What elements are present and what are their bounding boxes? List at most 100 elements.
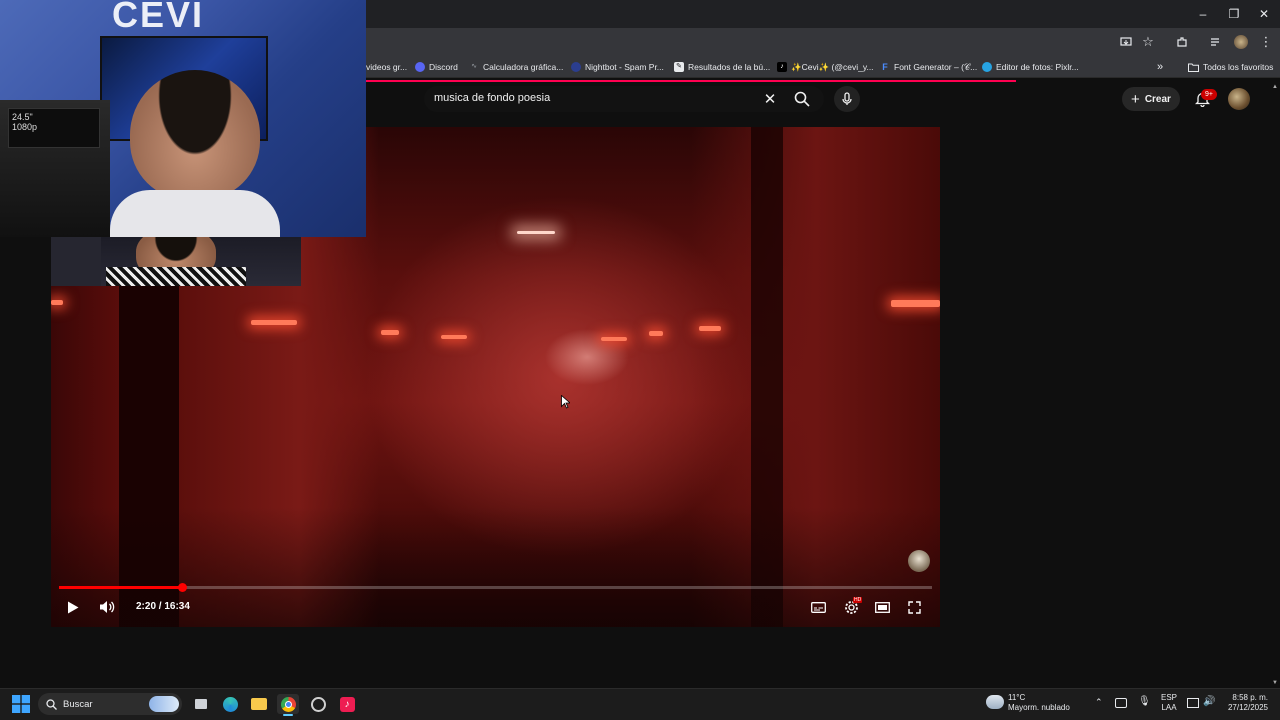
bookmark-item[interactable]: F Font Generator – (𝒞... [880,59,977,75]
all-favorites-folder[interactable]: Todos los favoritos [1188,59,1273,75]
bookmark-item[interactable]: ∿ Calculadora gráfica... [469,59,563,75]
clock-date: 27/12/2025 [1227,703,1268,712]
volume-icon [100,601,115,613]
chrome-menu-icon[interactable]: ⋮ [1255,31,1277,53]
edge-app[interactable] [219,694,241,714]
bookmark-item[interactable]: ♪ ✨Cevi✨ (@cevi_y... [777,59,874,75]
bookmark-label: Font Generator – (𝒞... [894,61,978,72]
font-f-icon: F [882,62,888,72]
profile-icon[interactable] [1230,31,1252,53]
monitor-box: 24.5" 1080p [8,108,100,148]
restore-button[interactable]: ❐ [1218,0,1250,28]
bookmark-item[interactable]: Editor de fotos: Pixlr... [982,59,1079,75]
wall-lamp [381,330,399,335]
install-app-icon[interactable] [1115,31,1137,53]
streamer-face [130,70,260,200]
bookmark-label: Calculadora gráfica... [483,62,564,72]
page-scrollbar[interactable]: ▲ ▼ [1270,82,1280,688]
page-loading-bar [366,80,1016,82]
tray-app-icon[interactable] [1115,698,1127,708]
speaker-icon[interactable]: 🔊 [1203,696,1215,707]
tiktok-app[interactable]: ♪ [336,694,358,714]
fullscreen-button[interactable] [904,597,924,617]
patterned-shirt [106,267,246,286]
subtitles-button[interactable] [808,597,828,617]
progress-bar-fill [59,586,182,589]
create-button[interactable]: + Crear [1122,87,1180,111]
desmos-icon: ∿ [471,63,477,70]
bookmark-item[interactable]: Nightbot - Spam Pr... [571,59,664,75]
weather-widget[interactable]: 11°C Mayorm. nublado [1008,693,1070,713]
subtitles-icon [810,601,826,613]
search-icon [794,91,810,107]
keyboard-layout: LAA [1161,703,1177,712]
bookmark-item[interactable]: videos gr... [366,59,407,75]
close-window-button[interactable]: ✕ [1248,0,1280,28]
minimize-button[interactable]: – [1187,0,1219,28]
clear-search-button[interactable]: ✕ [760,89,780,109]
folder-icon [1188,63,1199,72]
channel-watermark[interactable] [908,550,930,572]
progress-scrubber[interactable] [177,583,187,592]
taskbar-search[interactable]: Buscar [38,693,182,715]
monitor-box-text: 1080p [12,122,38,132]
play-button[interactable] [63,597,83,617]
search-icon [46,698,57,710]
show-hidden-icons-button[interactable]: ⌃ [1095,697,1103,708]
windows-logo-icon [12,695,30,713]
file-explorer-app[interactable] [248,694,270,714]
wall-lamp [441,335,467,339]
weather-desc: Mayorm. nublado [1008,703,1070,712]
play-icon [68,601,79,613]
fullscreen-icon [907,600,921,614]
wall-lamp [601,337,627,341]
bookmark-label: Discord [429,62,458,72]
microphone-tray-icon[interactable]: 🎙 [1138,696,1151,707]
obs-icon [310,696,326,712]
task-view-button[interactable] [190,694,212,714]
weather-temp: 11°C [1008,693,1026,702]
voice-search-button[interactable] [834,86,860,112]
bookmark-label: Resultados de la bú... [688,62,771,72]
nightbot-icon [571,62,581,72]
ceiling-light [517,231,555,234]
bookmark-item[interactable]: ✎ Resultados de la bú... [674,59,770,75]
tiktok-icon: ♪ [777,62,787,72]
hd-badge: HD [853,597,863,603]
edge-icon [222,696,238,712]
search-result-icon: ✎ [674,62,684,72]
secondary-webcam-background [51,237,101,286]
mouse-cursor-icon [561,395,570,409]
tiktok-icon: ♪ [339,696,355,712]
plus-icon: + [1131,90,1140,108]
media-control-icon[interactable] [1205,31,1227,53]
weather-cloud-icon[interactable] [986,695,1004,709]
start-button[interactable] [12,695,30,713]
search-highlight-icon [149,696,179,712]
theater-mode-button[interactable] [872,597,892,617]
input-language[interactable]: ESP LAA [1161,693,1177,713]
chrome-app[interactable] [277,694,299,714]
mute-button[interactable] [96,597,118,617]
obs-app[interactable] [307,694,329,714]
monitor-box-text: 24.5" [12,112,33,122]
bookmarks-overflow-button[interactable]: » [1157,59,1163,75]
extensions-icon[interactable] [1171,31,1193,53]
bookmark-item[interactable]: Discord [415,59,458,75]
time-display: 2:20 / 16:34 [136,601,190,612]
scroll-down-icon[interactable]: ▼ [1272,680,1278,686]
microphone-icon [842,92,852,105]
search-button[interactable] [789,88,815,110]
network-icon[interactable] [1187,698,1199,708]
wall-lamp [891,300,940,307]
scroll-up-icon[interactable]: ▲ [1272,84,1278,90]
bookmark-star-icon[interactable]: ☆ [1137,31,1159,53]
wall-lamp [649,331,663,336]
wall-lamp [51,300,63,305]
clock[interactable]: 8:58 p. m. 27/12/2025 [1224,693,1268,713]
account-avatar[interactable] [1228,88,1250,110]
progress-bar[interactable] [59,583,932,592]
settings-button[interactable]: HD [840,597,863,617]
streamer-logo: CEVI [112,0,205,35]
wall-lamp [251,320,297,325]
